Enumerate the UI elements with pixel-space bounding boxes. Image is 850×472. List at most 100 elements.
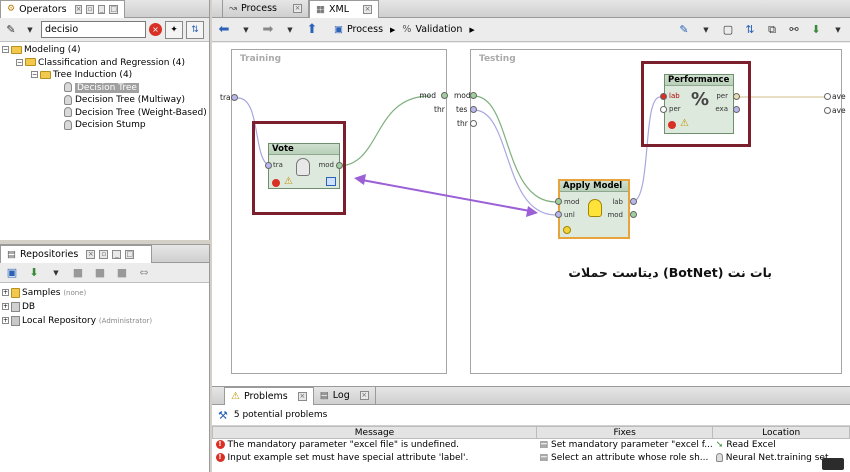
training-out-port[interactable] xyxy=(441,92,448,99)
testing-out-port-2[interactable] xyxy=(824,107,831,114)
sort-icon[interactable]: ⇅ xyxy=(186,20,204,39)
process-canvas[interactable]: Training Testing tra mod mod thr tes thr… xyxy=(212,43,850,386)
tab-process[interactable]: ↝ Process × xyxy=(222,0,310,18)
expand-icon[interactable]: + xyxy=(2,317,9,324)
close-icon[interactable]: × xyxy=(359,391,369,400)
training-out-port-label-1: mod xyxy=(419,91,436,100)
undock-icon[interactable]: ▫ xyxy=(99,249,109,259)
back-icon[interactable]: ⬅ xyxy=(216,22,232,38)
vote-subprocess-icon[interactable] xyxy=(326,177,336,186)
performance-operator[interactable]: Performance lab per per exa % ⚠ xyxy=(664,74,734,134)
corner-widget-icon[interactable] xyxy=(822,458,844,470)
vote-operator[interactable]: Vote tra mod ⚠ xyxy=(268,143,340,189)
fit-view-icon[interactable]: ▢ xyxy=(720,22,736,38)
dropdown-arrow-icon[interactable]: ▼ xyxy=(698,22,714,38)
tree-item-classification[interactable]: − Classification and Regression (4) xyxy=(2,57,207,70)
testing-mod-port[interactable] xyxy=(470,92,477,99)
testing-thr-port[interactable] xyxy=(470,120,477,127)
perf-lab-port[interactable] xyxy=(660,93,667,100)
repo-item-db[interactable]: + DB xyxy=(2,300,207,314)
forward-icon[interactable]: ➡ xyxy=(260,22,276,38)
column-message[interactable]: Message xyxy=(212,426,537,439)
copy-icon[interactable]: ■ xyxy=(92,265,108,281)
perf-per-out-port[interactable] xyxy=(733,93,740,100)
apply-mod-port[interactable] xyxy=(555,198,562,205)
expand-icon[interactable]: + xyxy=(2,303,9,310)
breadcrumb-process[interactable]: Process xyxy=(347,24,383,35)
testing-out-port-1[interactable] xyxy=(824,93,831,100)
tree-item-modeling[interactable]: − Modeling (4) xyxy=(2,44,207,57)
close-icon[interactable]: × xyxy=(86,249,96,259)
expand-icon[interactable]: + xyxy=(2,289,9,296)
apply-lab-port[interactable] xyxy=(630,198,637,205)
close-icon[interactable]: × xyxy=(297,391,307,401)
undock-icon[interactable]: ▫ xyxy=(86,4,94,14)
apply-unl-port[interactable] xyxy=(555,211,562,218)
vote-out-port[interactable] xyxy=(336,162,343,169)
import-icon[interactable]: ⬇ xyxy=(26,265,42,281)
dropdown-arrow-icon[interactable]: ▼ xyxy=(830,22,846,38)
connect-icon[interactable]: ⚯ xyxy=(786,22,802,38)
arrange-icon[interactable]: ⧉ xyxy=(764,22,780,38)
table-row[interactable]: ! The mandatory parameter "excel file" is… xyxy=(213,439,850,452)
apply-model-operator[interactable]: Apply Model mod unl lab mod xyxy=(558,179,630,239)
repo-item-local[interactable]: + Local Repository (Administrator) xyxy=(2,314,207,328)
tab-log[interactable]: ▤ Log × xyxy=(314,386,376,405)
up-icon[interactable]: ⬆ xyxy=(304,22,320,38)
tab-problems[interactable]: ⚠ Problems × xyxy=(224,386,314,405)
collapse-icon[interactable]: − xyxy=(16,58,23,66)
dropdown-arrow-icon[interactable]: ▼ xyxy=(282,22,298,38)
performance-percent-icon: % xyxy=(691,89,710,110)
perf-per-port[interactable] xyxy=(660,106,667,113)
export-icon[interactable]: ⬇ xyxy=(808,22,824,38)
collapse-icon[interactable]: − xyxy=(31,71,38,78)
dropdown-arrow-icon[interactable]: ▼ xyxy=(48,265,64,281)
folder-icon xyxy=(25,58,36,66)
breadcrumb-validation[interactable]: Validation xyxy=(415,24,462,35)
folder-action-icon[interactable]: ■ xyxy=(70,265,86,281)
auto-wire-icon[interactable]: ⇅ xyxy=(742,22,758,38)
operator-search-input[interactable] xyxy=(41,21,146,38)
add-repository-icon[interactable]: ▣ xyxy=(4,265,20,281)
column-fixes[interactable]: Fixes xyxy=(535,426,714,439)
testing-tes-port[interactable] xyxy=(470,106,477,113)
filter-icon[interactable]: ✦ xyxy=(165,20,183,39)
column-location[interactable]: Location xyxy=(712,426,850,439)
perf-exa-out-port[interactable] xyxy=(733,106,740,113)
annotation-icon[interactable]: ✎ xyxy=(676,22,692,38)
vote-warning-icon[interactable]: ⚠ xyxy=(284,176,293,187)
clear-search-icon[interactable]: × xyxy=(149,23,162,36)
close-icon[interactable]: × xyxy=(74,4,83,14)
delete-icon[interactable]: ■ xyxy=(114,265,130,281)
minimize-icon[interactable]: _ xyxy=(112,249,122,259)
apply-in-label-2: unl xyxy=(564,211,575,219)
collapse-icon[interactable]: − xyxy=(2,46,9,53)
tab-operators[interactable]: ⚙ Operators × ▫ _ □ xyxy=(0,0,125,18)
maximize-icon[interactable]: □ xyxy=(109,4,118,14)
perf-error-icon[interactable] xyxy=(668,121,676,129)
quick-fix-icon[interactable]: ⚒ xyxy=(218,409,228,422)
close-icon[interactable]: × xyxy=(363,4,372,14)
move-icon[interactable]: ⇔ xyxy=(136,265,152,281)
dropdown-arrow-icon[interactable]: ▼ xyxy=(22,22,38,38)
training-in-port[interactable] xyxy=(231,94,238,101)
vote-in-port[interactable] xyxy=(265,162,272,169)
apply-mod-out-port[interactable] xyxy=(630,211,637,218)
tree-item-decision-tree-weight[interactable]: Decision Tree (Weight-Based) xyxy=(2,107,207,120)
tab-repositories[interactable]: ▤ Repositories × ▫ _ □ xyxy=(0,244,152,263)
apply-status-icon[interactable] xyxy=(563,226,571,234)
perf-warning-icon[interactable]: ⚠ xyxy=(680,118,689,129)
minimize-icon[interactable]: _ xyxy=(97,4,106,14)
tree-item-decision-tree[interactable]: Decision Tree xyxy=(2,82,207,95)
vote-error-icon[interactable] xyxy=(272,179,280,187)
tree-item-tree-induction[interactable]: − Tree Induction (4) xyxy=(2,69,207,82)
tree-item-decision-stump[interactable]: Decision Stump xyxy=(2,119,207,132)
tab-xml[interactable]: ▦ XML × xyxy=(309,0,379,18)
maximize-icon[interactable]: □ xyxy=(125,249,135,259)
tree-item-decision-tree-multiway[interactable]: Decision Tree (Multiway) xyxy=(2,94,207,107)
repo-item-samples[interactable]: + Samples (none) xyxy=(2,286,207,300)
new-operator-icon[interactable]: ✎ xyxy=(3,22,19,38)
table-row[interactable]: ! Input example set must have special att… xyxy=(213,452,850,465)
dropdown-arrow-icon[interactable]: ▼ xyxy=(238,22,254,38)
close-icon[interactable]: × xyxy=(293,4,303,13)
